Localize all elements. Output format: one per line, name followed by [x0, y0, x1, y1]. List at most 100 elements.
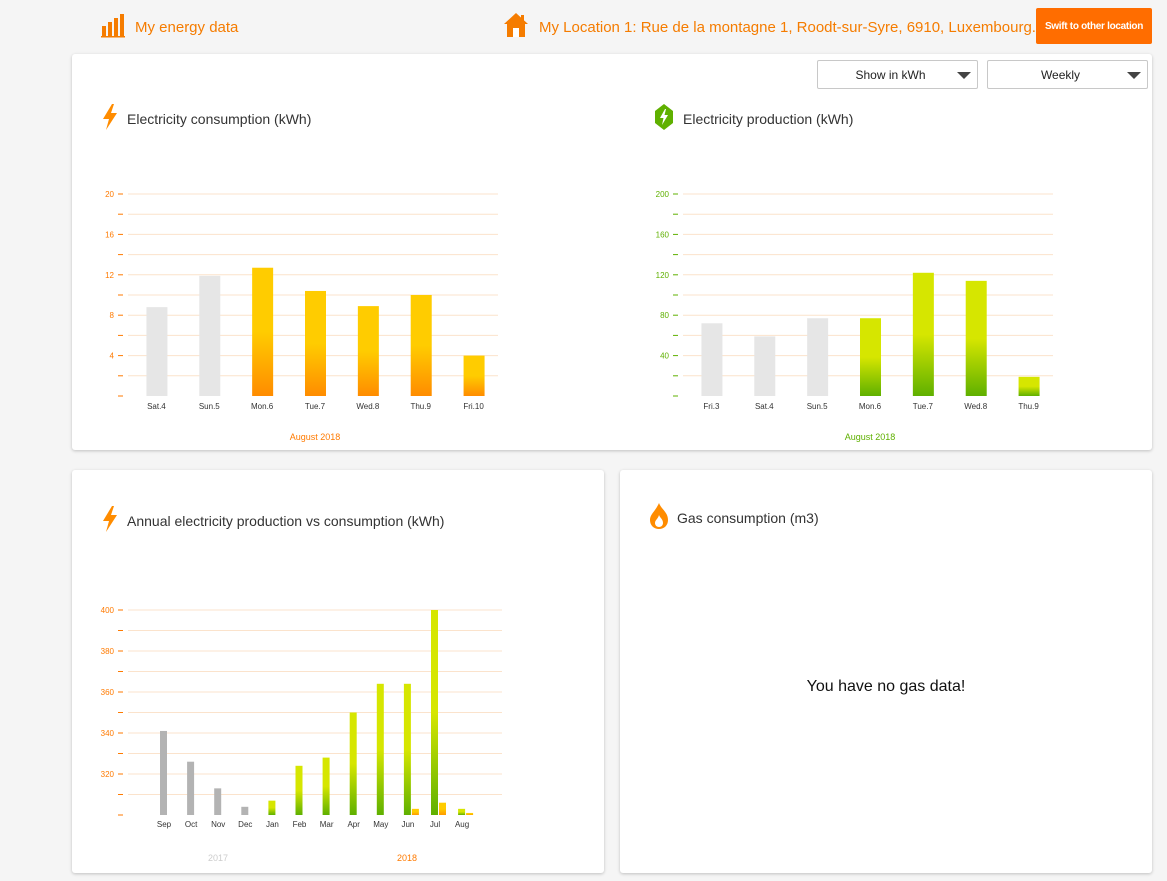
x-tick-label: Mon.6 [859, 402, 882, 411]
x-tick-label: Jan [266, 820, 279, 829]
location: My Location 1: Rue de la montagne 1, Roo… [502, 11, 1036, 44]
brand: My energy data [100, 12, 238, 43]
x-tick-label: Sat.4 [755, 402, 774, 411]
production-bar [458, 808, 466, 815]
x-tick-label: Wed.8 [964, 402, 988, 411]
y-tick-label: 80 [660, 311, 669, 320]
y-tick-label: 20 [105, 190, 114, 199]
x-tick-label: Nov [211, 820, 225, 829]
annual-title-text: Annual electricity production vs consump… [127, 512, 445, 529]
bar [701, 323, 723, 396]
x-tick-label: Thu.9 [410, 402, 431, 411]
y-tick-label: 8 [110, 311, 115, 320]
period-select[interactable]: Weekly [987, 60, 1148, 89]
y-tick-label: 360 [101, 688, 115, 697]
y-tick-label: 340 [101, 729, 115, 738]
consumption-bar [466, 812, 474, 815]
home-icon [502, 11, 530, 44]
bar [463, 355, 485, 396]
y-tick-label: 4 [110, 352, 115, 361]
x-tick-label: Jul [430, 820, 440, 829]
x-tick-label: Dec [238, 820, 252, 829]
x-tick-label: Sat.4 [147, 402, 166, 411]
gas-title-text: Gas consumption (m3) [677, 509, 819, 526]
x-tick-label: Wed.8 [356, 402, 380, 411]
lightning-icon [101, 104, 119, 133]
no-gas-data-message: You have no gas data! [806, 678, 966, 695]
x-tick-label: Mar [320, 820, 334, 829]
bar [252, 267, 274, 396]
lightning-badge-icon [653, 103, 675, 134]
bar [410, 295, 432, 396]
production-bar [322, 757, 330, 815]
brand-label[interactable]: My energy data [135, 19, 238, 36]
y-tick-label: 380 [101, 647, 115, 656]
top-bar: My energy data My Location 1: Rue de la … [0, 0, 1167, 52]
y-tick-label: 200 [656, 190, 670, 199]
y-tick-label: 12 [105, 271, 114, 280]
annual-chart: 400 380 360 340 320 Sep Oct Nov Dec Jan Feb Mar Apr M… [101, 606, 502, 863]
y-tick-label: 40 [660, 352, 669, 361]
production-chart: 200 160 120 80 40 Fri.3 Sat.4 Sun.5 Mon.6 Tue.7 We… [656, 190, 1053, 442]
bar [305, 290, 326, 396]
bar [199, 275, 221, 396]
x-tick-label: Sun.5 [807, 402, 828, 411]
production-title: Electricity production (kWh) [653, 103, 853, 134]
consumption-title-text: Electricity consumption (kWh) [127, 110, 312, 127]
switch-location-button[interactable]: Swift to other location [1036, 8, 1152, 44]
year-label-2018: 2018 [397, 853, 417, 863]
production-bar [431, 610, 438, 815]
bar-chart-icon [100, 12, 126, 43]
unit-select[interactable]: Show in kWh [817, 60, 978, 89]
period-select-value: Weekly [1040, 67, 1081, 82]
unit-select-value: Show in kWh [855, 67, 926, 82]
x-tick-label: Tue.7 [305, 402, 326, 411]
production-bar [403, 683, 411, 815]
bar [807, 318, 829, 396]
production-bar [187, 761, 195, 815]
gas-title: Gas consumption (m3) [649, 502, 819, 533]
bar [965, 280, 987, 396]
consumption-title: Electricity consumption (kWh) [101, 104, 311, 133]
production-title-text: Electricity production (kWh) [683, 110, 854, 127]
x-tick-label: Fri.10 [463, 402, 484, 411]
y-tick-label: 400 [101, 606, 115, 615]
x-tick-label: Oct [185, 820, 198, 829]
bar [1018, 376, 1040, 396]
chevron-down-icon [957, 72, 971, 79]
x-tick-label: Mon.6 [251, 402, 274, 411]
x-tick-label: Jun [401, 820, 414, 829]
consumption-bar [439, 802, 446, 815]
y-tick-label: 120 [656, 271, 670, 280]
production-bar [268, 800, 276, 815]
location-label: My Location 1: Rue de la montagne 1, Roo… [539, 19, 1036, 36]
lightning-icon [101, 506, 119, 535]
production-bar [349, 712, 357, 815]
production-bar [160, 730, 167, 815]
x-tick-label: Thu.9 [1018, 402, 1039, 411]
period-label: August 2018 [290, 432, 341, 442]
x-tick-label: Tue.7 [913, 402, 934, 411]
production-bar [295, 765, 303, 815]
bar [357, 306, 379, 396]
bar [860, 318, 881, 396]
x-tick-label: Sun.5 [199, 402, 220, 411]
bar [146, 307, 168, 396]
x-tick-label: Apr [347, 820, 360, 829]
x-tick-label: Feb [293, 820, 307, 829]
x-tick-label: Fri.3 [703, 402, 720, 411]
consumption-bar [411, 808, 419, 815]
chevron-down-icon [1127, 72, 1141, 79]
x-tick-label: Sep [157, 820, 172, 829]
x-tick-label: Aug [455, 820, 469, 829]
production-bar [376, 683, 384, 815]
x-tick-label: May [373, 820, 388, 829]
production-bar [214, 788, 222, 815]
annual-title: Annual electricity production vs consump… [101, 506, 444, 535]
flame-icon [649, 502, 669, 533]
y-tick-label: 16 [105, 230, 114, 239]
production-bar [241, 806, 249, 815]
bar [754, 336, 776, 396]
y-tick-label: 320 [101, 770, 115, 779]
consumption-chart: 20 16 12 8 4 Sat.4 Sun.5 Mon.6 Tue.7 Wed.8 Thu.9 Fr… [105, 190, 498, 442]
